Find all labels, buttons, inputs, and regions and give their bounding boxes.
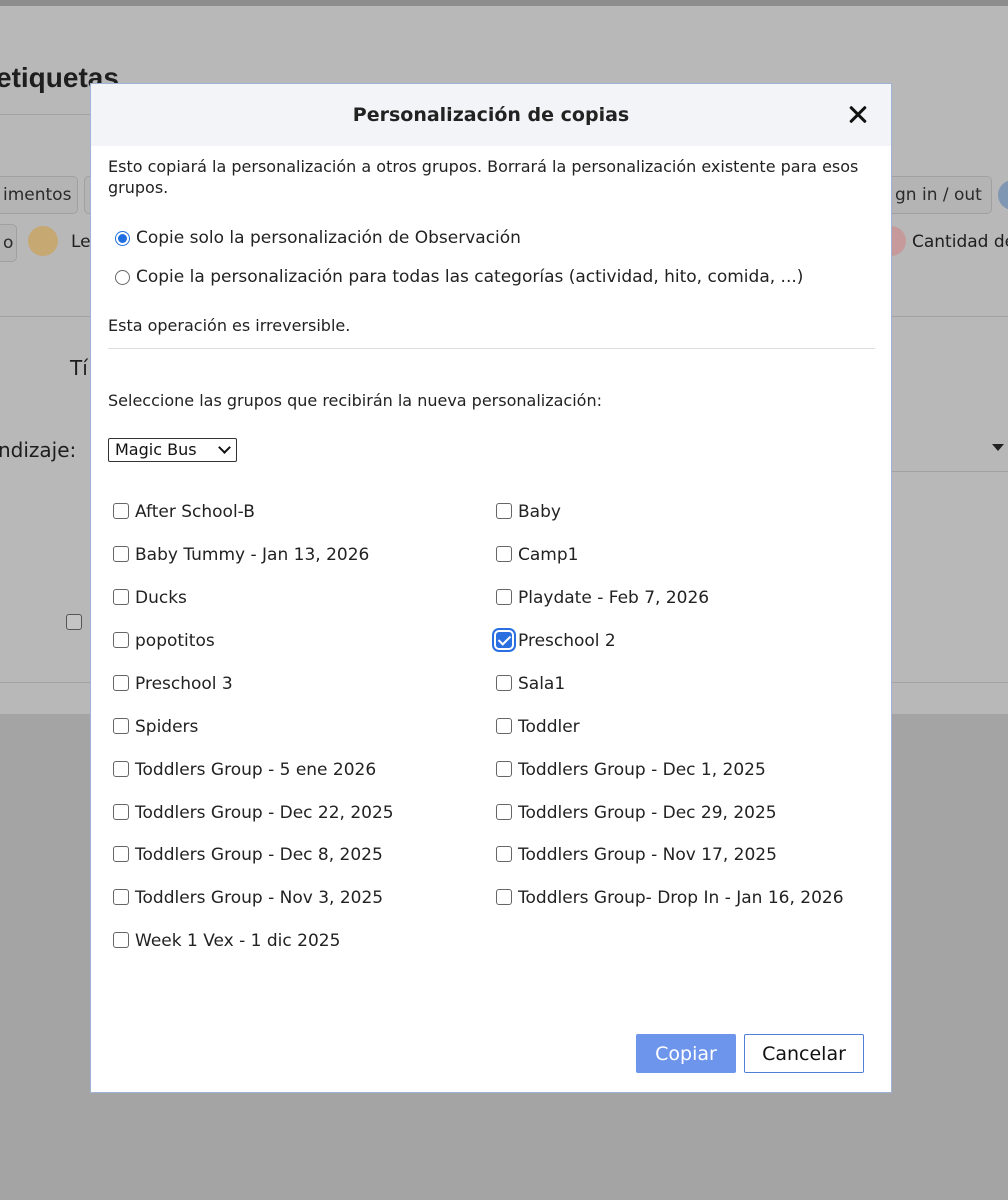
group-label: Toddlers Group - 5 ene 2026 bbox=[135, 760, 377, 780]
divider bbox=[880, 471, 1008, 472]
copy-customization-dialog: Personalización de copias Esto copiará l… bbox=[90, 83, 892, 1093]
group-checkbox[interactable] bbox=[113, 761, 129, 777]
divider bbox=[108, 348, 875, 349]
radio-all-categories[interactable] bbox=[115, 269, 130, 285]
group-label: Toddlers Group - Dec 22, 2025 bbox=[135, 803, 394, 823]
group-checkbox[interactable] bbox=[496, 804, 512, 820]
group-checkbox[interactable] bbox=[113, 846, 129, 862]
center-select-value: Magic Bus bbox=[115, 440, 197, 459]
close-icon[interactable] bbox=[843, 100, 873, 130]
group-checkbox[interactable] bbox=[496, 761, 512, 777]
group-checkbox[interactable] bbox=[113, 503, 129, 519]
group-option[interactable]: After School-B bbox=[113, 502, 255, 523]
background-checkbox[interactable] bbox=[66, 614, 82, 630]
graduation-cap-icon bbox=[28, 226, 58, 256]
center-select[interactable]: Magic Bus bbox=[108, 438, 237, 462]
group-option[interactable]: Preschool 3 bbox=[113, 674, 233, 695]
group-option[interactable]: Baby Tummy - Jan 13, 2026 bbox=[113, 545, 370, 566]
tab-partial-2[interactable]: o bbox=[0, 224, 17, 262]
group-option[interactable]: Toddlers Group - Dec 1, 2025 bbox=[496, 760, 766, 781]
group-option[interactable]: Toddlers Group- Drop In - Jan 16, 2026 bbox=[496, 888, 844, 909]
group-checkbox[interactable] bbox=[113, 675, 129, 691]
group-option[interactable]: Spiders bbox=[113, 717, 199, 738]
group-checkbox[interactable] bbox=[496, 632, 512, 648]
field-learning-label: ndizaje: bbox=[0, 438, 77, 462]
group-checkbox[interactable] bbox=[496, 675, 512, 691]
group-checkbox[interactable] bbox=[113, 718, 129, 734]
group-label: Sala1 bbox=[518, 674, 566, 694]
group-label: Toddlers Group- Drop In - Jan 16, 2026 bbox=[518, 888, 844, 908]
group-label: Preschool 3 bbox=[135, 674, 233, 694]
group-option[interactable]: Toddlers Group - Nov 17, 2025 bbox=[496, 845, 777, 866]
dialog-title: Personalización de copias bbox=[352, 104, 630, 126]
group-option[interactable]: Preschool 2 bbox=[496, 631, 616, 652]
group-label: Ducks bbox=[135, 588, 187, 608]
tab-quantity-label: Cantidad de bbox=[912, 232, 1008, 252]
chevron-down-icon[interactable] bbox=[992, 444, 1004, 451]
group-option[interactable]: Camp1 bbox=[496, 545, 579, 566]
group-label: Toddlers Group - Nov 17, 2025 bbox=[518, 845, 777, 865]
group-label: Baby bbox=[518, 502, 561, 522]
group-checkbox[interactable] bbox=[113, 546, 129, 562]
group-option[interactable]: popotitos bbox=[113, 631, 215, 652]
avatar-icon bbox=[998, 180, 1008, 210]
tab-sign-in-out[interactable]: gn in / out bbox=[884, 176, 992, 214]
group-label: Camp1 bbox=[518, 545, 579, 565]
option-all-categories[interactable]: Copie la personalización para todas las … bbox=[115, 267, 803, 287]
group-option[interactable]: Toddlers Group - Nov 3, 2025 bbox=[113, 888, 384, 909]
group-checkbox[interactable] bbox=[496, 718, 512, 734]
group-label: Toddlers Group - Nov 3, 2025 bbox=[135, 888, 384, 908]
radio-observation-only[interactable] bbox=[115, 230, 130, 246]
group-label: Playdate - Feb 7, 2026 bbox=[518, 588, 710, 608]
group-checkbox[interactable] bbox=[113, 632, 129, 648]
group-label: Baby Tummy - Jan 13, 2026 bbox=[135, 545, 370, 565]
cancel-button[interactable]: Cancelar bbox=[744, 1034, 864, 1073]
group-option[interactable]: Baby bbox=[496, 502, 561, 523]
group-checkbox[interactable] bbox=[496, 503, 512, 519]
group-label: popotitos bbox=[135, 631, 215, 651]
irreversible-note: Esta operación es irreversible. bbox=[108, 316, 351, 335]
group-label: Week 1 Vex - 1 dic 2025 bbox=[135, 931, 341, 951]
group-option[interactable]: Playdate - Feb 7, 2026 bbox=[496, 588, 710, 609]
group-option[interactable]: Toddlers Group - Dec 8, 2025 bbox=[113, 845, 383, 866]
group-checkbox[interactable] bbox=[496, 846, 512, 862]
group-checkbox[interactable] bbox=[113, 889, 129, 905]
group-label: Preschool 2 bbox=[518, 631, 616, 651]
group-label: After School-B bbox=[135, 502, 255, 522]
group-checkbox[interactable] bbox=[496, 546, 512, 562]
group-label: Toddlers Group - Dec 29, 2025 bbox=[518, 803, 777, 823]
group-option[interactable]: Toddlers Group - Dec 22, 2025 bbox=[113, 803, 394, 824]
select-groups-prompt: Seleccione las grupos que recibirán la n… bbox=[108, 391, 602, 410]
option-label: Copie la personalización para todas las … bbox=[136, 267, 804, 287]
group-option[interactable]: Toddlers Group - Dec 29, 2025 bbox=[496, 803, 777, 824]
group-checkbox[interactable] bbox=[496, 589, 512, 605]
group-label: Spiders bbox=[135, 717, 199, 737]
group-option[interactable]: Toddler bbox=[496, 717, 580, 738]
tab-alimentos[interactable]: imentos bbox=[0, 176, 78, 214]
divider bbox=[0, 114, 95, 115]
copy-button[interactable]: Copiar bbox=[636, 1034, 736, 1073]
group-option[interactable]: Sala1 bbox=[496, 674, 566, 695]
group-checkbox[interactable] bbox=[113, 589, 129, 605]
group-option[interactable]: Toddlers Group - 5 ene 2026 bbox=[113, 760, 377, 781]
group-option[interactable]: Ducks bbox=[113, 588, 187, 609]
group-checkbox[interactable] bbox=[113, 804, 129, 820]
group-checkbox[interactable] bbox=[113, 932, 129, 948]
chevron-down-icon bbox=[218, 441, 231, 454]
group-label: Toddler bbox=[518, 717, 580, 737]
dialog-description: Esto copiará la personalización a otros … bbox=[108, 157, 859, 197]
group-option[interactable]: Week 1 Vex - 1 dic 2025 bbox=[113, 931, 341, 952]
option-label: Copie solo la personalización de Observa… bbox=[136, 228, 521, 248]
dialog-header: Personalización de copias bbox=[91, 84, 891, 146]
option-observation-only[interactable]: Copie solo la personalización de Observa… bbox=[115, 228, 521, 248]
group-label: Toddlers Group - Dec 1, 2025 bbox=[518, 760, 766, 780]
group-label: Toddlers Group - Dec 8, 2025 bbox=[135, 845, 383, 865]
group-checkbox[interactable] bbox=[496, 889, 512, 905]
tab-learning-label: Le bbox=[71, 232, 91, 252]
field-title-label: Tí bbox=[70, 356, 88, 380]
